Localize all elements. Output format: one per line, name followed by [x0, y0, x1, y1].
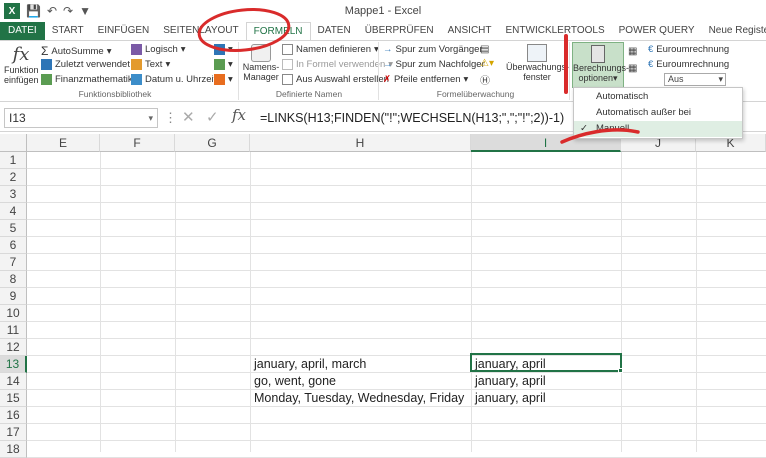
- annotation-underline: [560, 128, 640, 144]
- annotation-circle: [197, 8, 291, 52]
- annotation-overlay: [197, 8, 640, 144]
